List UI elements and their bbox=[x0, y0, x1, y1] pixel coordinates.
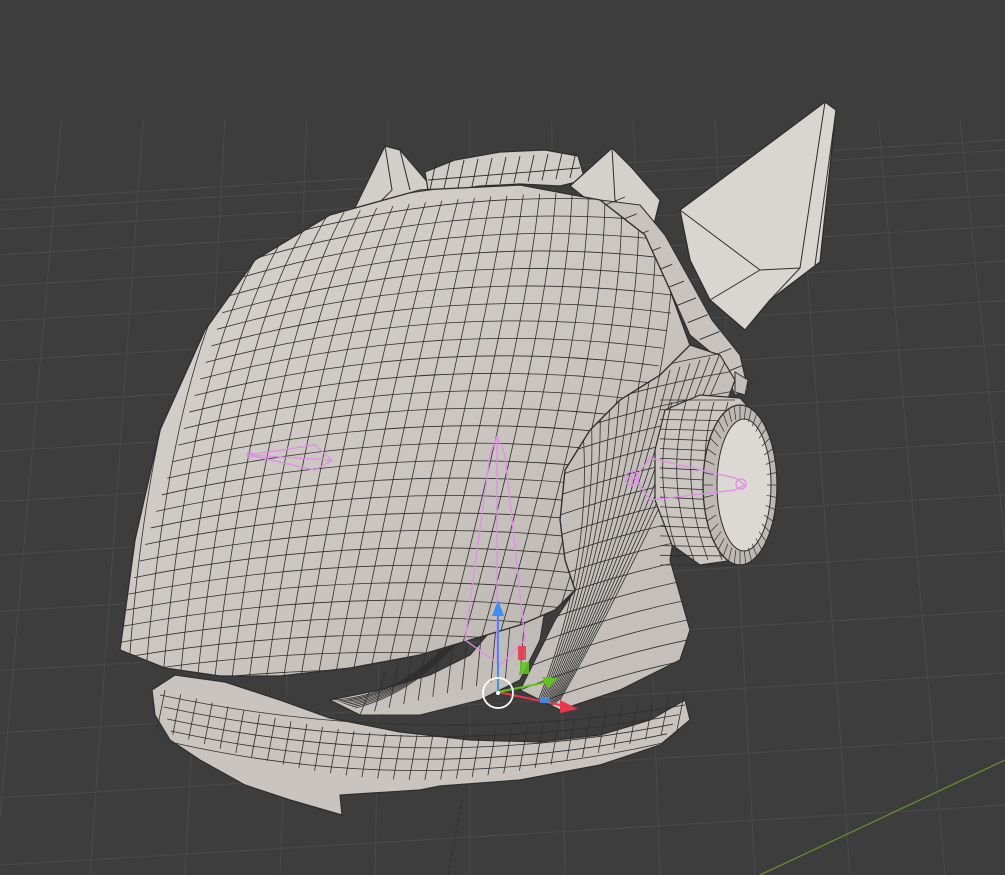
gizmo-xz-plane[interactable] bbox=[520, 662, 529, 674]
3d-viewport[interactable] bbox=[0, 0, 1005, 875]
gizmo-yz-plane[interactable] bbox=[518, 646, 526, 660]
right-spike[interactable] bbox=[679, 101, 837, 331]
helmet-mesh[interactable] bbox=[90, 101, 837, 816]
back-fin[interactable] bbox=[734, 371, 749, 396]
ear-cylinder[interactable] bbox=[654, 394, 778, 566]
gizmo-pivot-dot bbox=[496, 691, 500, 695]
gizmo-xy-plane[interactable] bbox=[540, 697, 550, 703]
